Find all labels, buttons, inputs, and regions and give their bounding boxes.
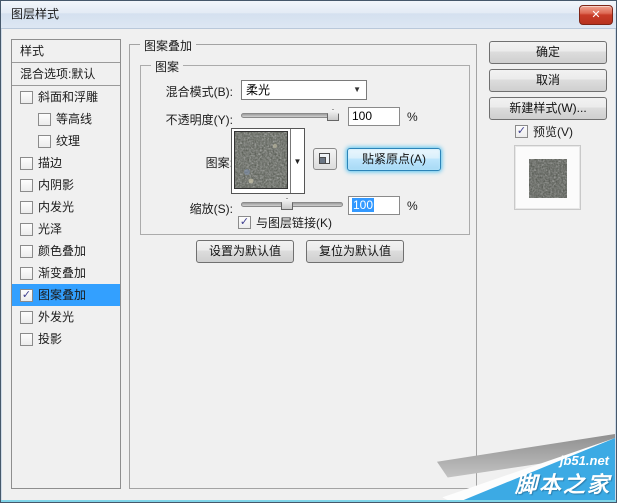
- opacity-unit: %: [407, 110, 418, 124]
- preview-panel: [514, 145, 581, 210]
- opacity-input[interactable]: 100: [348, 107, 400, 126]
- scale-input[interactable]: 100: [348, 196, 400, 215]
- preview-checkbox[interactable]: ✓ 预览(V): [515, 123, 573, 140]
- selected-text: 100: [352, 198, 374, 212]
- new-pattern-button[interactable]: [313, 148, 337, 170]
- panel-title: 图案叠加: [140, 37, 196, 54]
- preview-texture: [529, 159, 567, 198]
- close-icon[interactable]: ✕: [579, 5, 613, 25]
- style-item-bevel-emboss[interactable]: 斜面和浮雕: [12, 86, 120, 108]
- watermark: jb51.net 脚本之家: [437, 434, 615, 500]
- checkbox[interactable]: [38, 135, 51, 148]
- pattern-picker[interactable]: ▼: [231, 128, 305, 194]
- pattern-overlay-panel: 图案叠加 图案 混合模式(B): 柔光 ▼ 不透明度(Y): 100 % 图案:: [129, 44, 477, 489]
- watermark-site-text: jb51.net: [560, 453, 609, 468]
- opacity-slider[interactable]: [241, 109, 339, 121]
- set-default-button[interactable]: 设置为默认值: [196, 240, 294, 263]
- new-pattern-icon: [319, 153, 330, 164]
- checkbox[interactable]: [20, 245, 33, 258]
- checkbox[interactable]: [20, 179, 33, 192]
- style-item-color-overlay[interactable]: 颜色叠加: [12, 240, 120, 262]
- checkbox[interactable]: [20, 333, 33, 346]
- titlebar[interactable]: 图层样式 ✕: [1, 1, 616, 29]
- dialog-title: 图层样式: [11, 1, 59, 28]
- blending-options-item[interactable]: 混合选项:默认: [12, 63, 120, 86]
- style-item-satin[interactable]: 光泽: [12, 218, 120, 240]
- checkbox[interactable]: [38, 113, 51, 126]
- chevron-down-icon: ▼: [353, 81, 361, 99]
- opacity-label: 不透明度(Y):: [143, 111, 233, 128]
- opacity-slider-track[interactable]: [241, 113, 339, 118]
- checkbox[interactable]: [20, 201, 33, 214]
- reset-default-button[interactable]: 复位为默认值: [306, 240, 404, 263]
- ok-button[interactable]: 确定: [489, 41, 607, 64]
- checkbox[interactable]: [20, 267, 33, 280]
- checkbox[interactable]: [20, 311, 33, 324]
- checkbox[interactable]: ✓: [20, 289, 33, 302]
- blend-mode-label: 混合模式(B):: [143, 83, 233, 100]
- pattern-settings-group: 图案 混合模式(B): 柔光 ▼ 不透明度(Y): 100 % 图案:: [140, 65, 470, 235]
- checkbox[interactable]: [20, 223, 33, 236]
- checkbox[interactable]: [20, 91, 33, 104]
- watermark-name-text: 脚本之家: [515, 467, 611, 499]
- layer-style-dialog: 图层样式 ✕ 样式 混合选项:默认 斜面和浮雕 等高线 纹理 描边 内阴影 内发…: [0, 0, 617, 503]
- style-item-drop-shadow[interactable]: 投影: [12, 328, 120, 350]
- pattern-group-title: 图案: [151, 58, 183, 75]
- preview-swatch: [529, 159, 567, 198]
- style-item-inner-shadow[interactable]: 内阴影: [12, 174, 120, 196]
- granite-texture: [235, 132, 288, 189]
- pattern-label: 图案:: [143, 154, 233, 171]
- checkbox[interactable]: ✓: [238, 216, 251, 229]
- pattern-dropdown-arrow[interactable]: ▼: [290, 129, 304, 193]
- cancel-button[interactable]: 取消: [489, 69, 607, 92]
- scale-slider-thumb[interactable]: [281, 198, 293, 210]
- checkbox[interactable]: ✓: [515, 125, 528, 138]
- blend-mode-select[interactable]: 柔光 ▼: [241, 80, 367, 100]
- pattern-thumbnail[interactable]: [234, 131, 288, 189]
- scale-label: 缩放(S):: [143, 200, 233, 217]
- new-style-button[interactable]: 新建样式(W)...: [489, 97, 607, 120]
- scale-unit: %: [407, 199, 418, 213]
- style-item-pattern-overlay[interactable]: ✓图案叠加: [12, 284, 120, 306]
- styles-list: 样式 混合选项:默认 斜面和浮雕 等高线 纹理 描边 内阴影 内发光 光泽 颜色…: [11, 39, 121, 489]
- style-item-texture[interactable]: 纹理: [12, 130, 120, 152]
- snap-to-origin-button[interactable]: 贴紧原点(A): [347, 148, 441, 171]
- link-with-layer-checkbox[interactable]: ✓ 与图层链接(K): [238, 214, 332, 231]
- style-item-stroke[interactable]: 描边: [12, 152, 120, 174]
- style-item-gradient-overlay[interactable]: 渐变叠加: [12, 262, 120, 284]
- style-item-inner-glow[interactable]: 内发光: [12, 196, 120, 218]
- style-item-outer-glow[interactable]: 外发光: [12, 306, 120, 328]
- scale-slider[interactable]: [241, 198, 343, 210]
- opacity-slider-thumb[interactable]: [327, 109, 339, 121]
- checkbox[interactable]: [20, 157, 33, 170]
- style-item-contour[interactable]: 等高线: [12, 108, 120, 130]
- styles-header: 样式: [12, 40, 120, 63]
